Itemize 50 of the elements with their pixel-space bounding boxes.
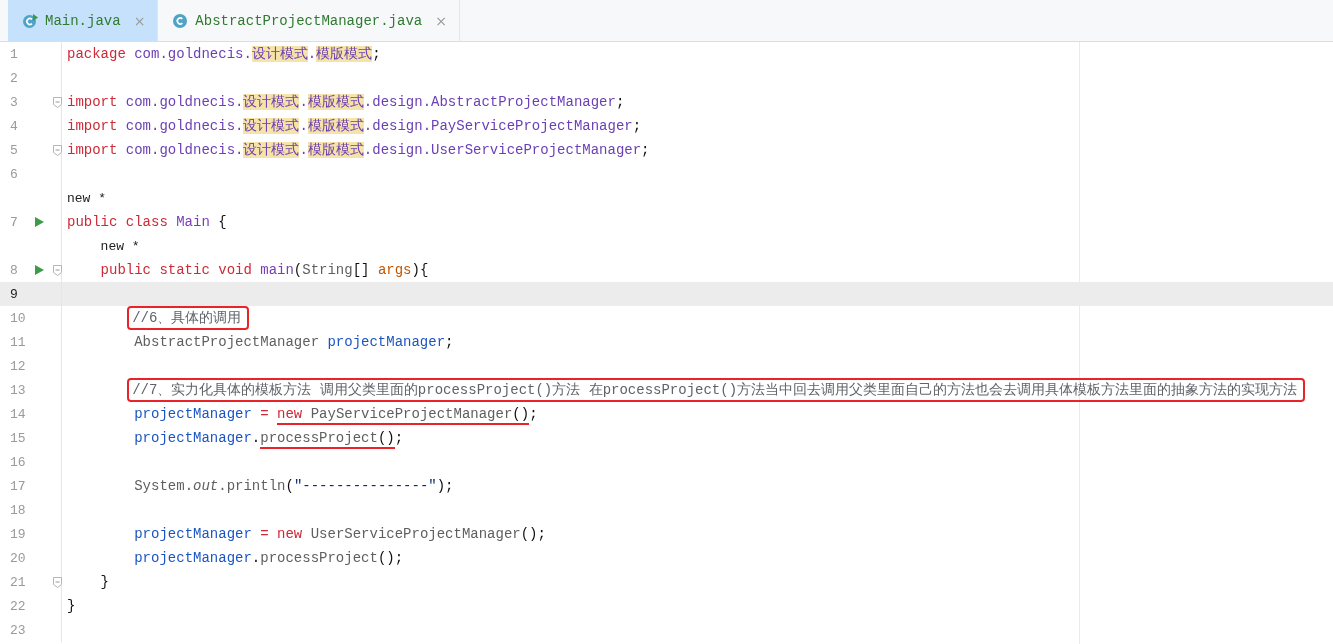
line-number: 13: [10, 382, 27, 398]
line-number: 17: [10, 478, 27, 494]
code-line: AbstractProjectManager projectManager;: [134, 334, 454, 350]
run-icon[interactable]: [34, 217, 44, 227]
code-line: public static void main(String[] args){: [100, 262, 429, 278]
line-number: 14: [10, 406, 27, 422]
code-line: projectManager.processProject();: [134, 550, 404, 566]
close-button[interactable]: ×: [435, 12, 447, 29]
line-number: 23: [10, 622, 27, 638]
file-tab[interactable]: Main.java ×: [8, 0, 159, 41]
line-number: 12: [10, 358, 27, 374]
line-number: 11: [10, 334, 27, 350]
code-line: import com.goldnecis.设计模式.模版模式.design.AbstractProjectManager;: [67, 93, 625, 111]
highlighted-comment: //6、具体的调用: [127, 306, 250, 330]
code-line: projectManager.processProject();: [134, 430, 404, 446]
code-line: System.out.println("---------------");: [134, 478, 454, 494]
line-number: 15: [10, 430, 27, 446]
code-line: }: [100, 574, 109, 590]
fold-icon[interactable]: [52, 576, 62, 588]
file-tab[interactable]: AbstractProjectManager.java ×: [158, 0, 460, 41]
line-number: 4: [10, 118, 19, 134]
run-icon[interactable]: [34, 265, 44, 275]
line-number: 18: [10, 502, 27, 518]
line-number: 20: [10, 550, 27, 566]
line-number: 3: [10, 94, 19, 110]
fold-icon[interactable]: [52, 144, 62, 156]
line-number: 5: [10, 142, 19, 158]
line-number: 1: [10, 46, 19, 62]
code-line: import com.goldnecis.设计模式.模版模式.design.PayServiceProjectManager;: [67, 117, 642, 135]
line-number: 10: [10, 310, 27, 326]
line-number: 7: [10, 214, 19, 230]
line-number: 22: [10, 598, 27, 614]
line-number: 2: [10, 70, 19, 86]
code-line: public class Main {: [67, 214, 227, 230]
code-line: package com.goldnecis.设计模式.模版模式;: [67, 45, 381, 63]
author-hint[interactable]: new *: [100, 238, 140, 254]
code-line: projectManager = new UserServiceProjectManager();: [134, 526, 546, 542]
highlighted-comment: //7、实力化具体的模板方法 调用父类里面的processProject()方法 在processProject()方法当中回去调用父类里面自己的方法也会去调用具体模板方法里面的抽象方法的实现方法: [127, 378, 1306, 402]
line-number: 8: [10, 262, 19, 278]
line-number: 6: [10, 166, 19, 182]
author-hint[interactable]: new *: [67, 190, 106, 206]
line-number: 19: [10, 526, 27, 542]
fold-icon[interactable]: [52, 96, 62, 108]
line-number: 21: [10, 574, 27, 590]
code-line: import com.goldnecis.设计模式.模版模式.design.UserServiceProjectManager;: [67, 141, 650, 159]
line-number: 9: [10, 286, 19, 302]
line-number: 16: [10, 454, 27, 470]
fold-icon[interactable]: [52, 264, 62, 276]
code-line: }: [67, 598, 76, 614]
code-line: projectManager = new PayServiceProjectManager();: [134, 406, 538, 422]
